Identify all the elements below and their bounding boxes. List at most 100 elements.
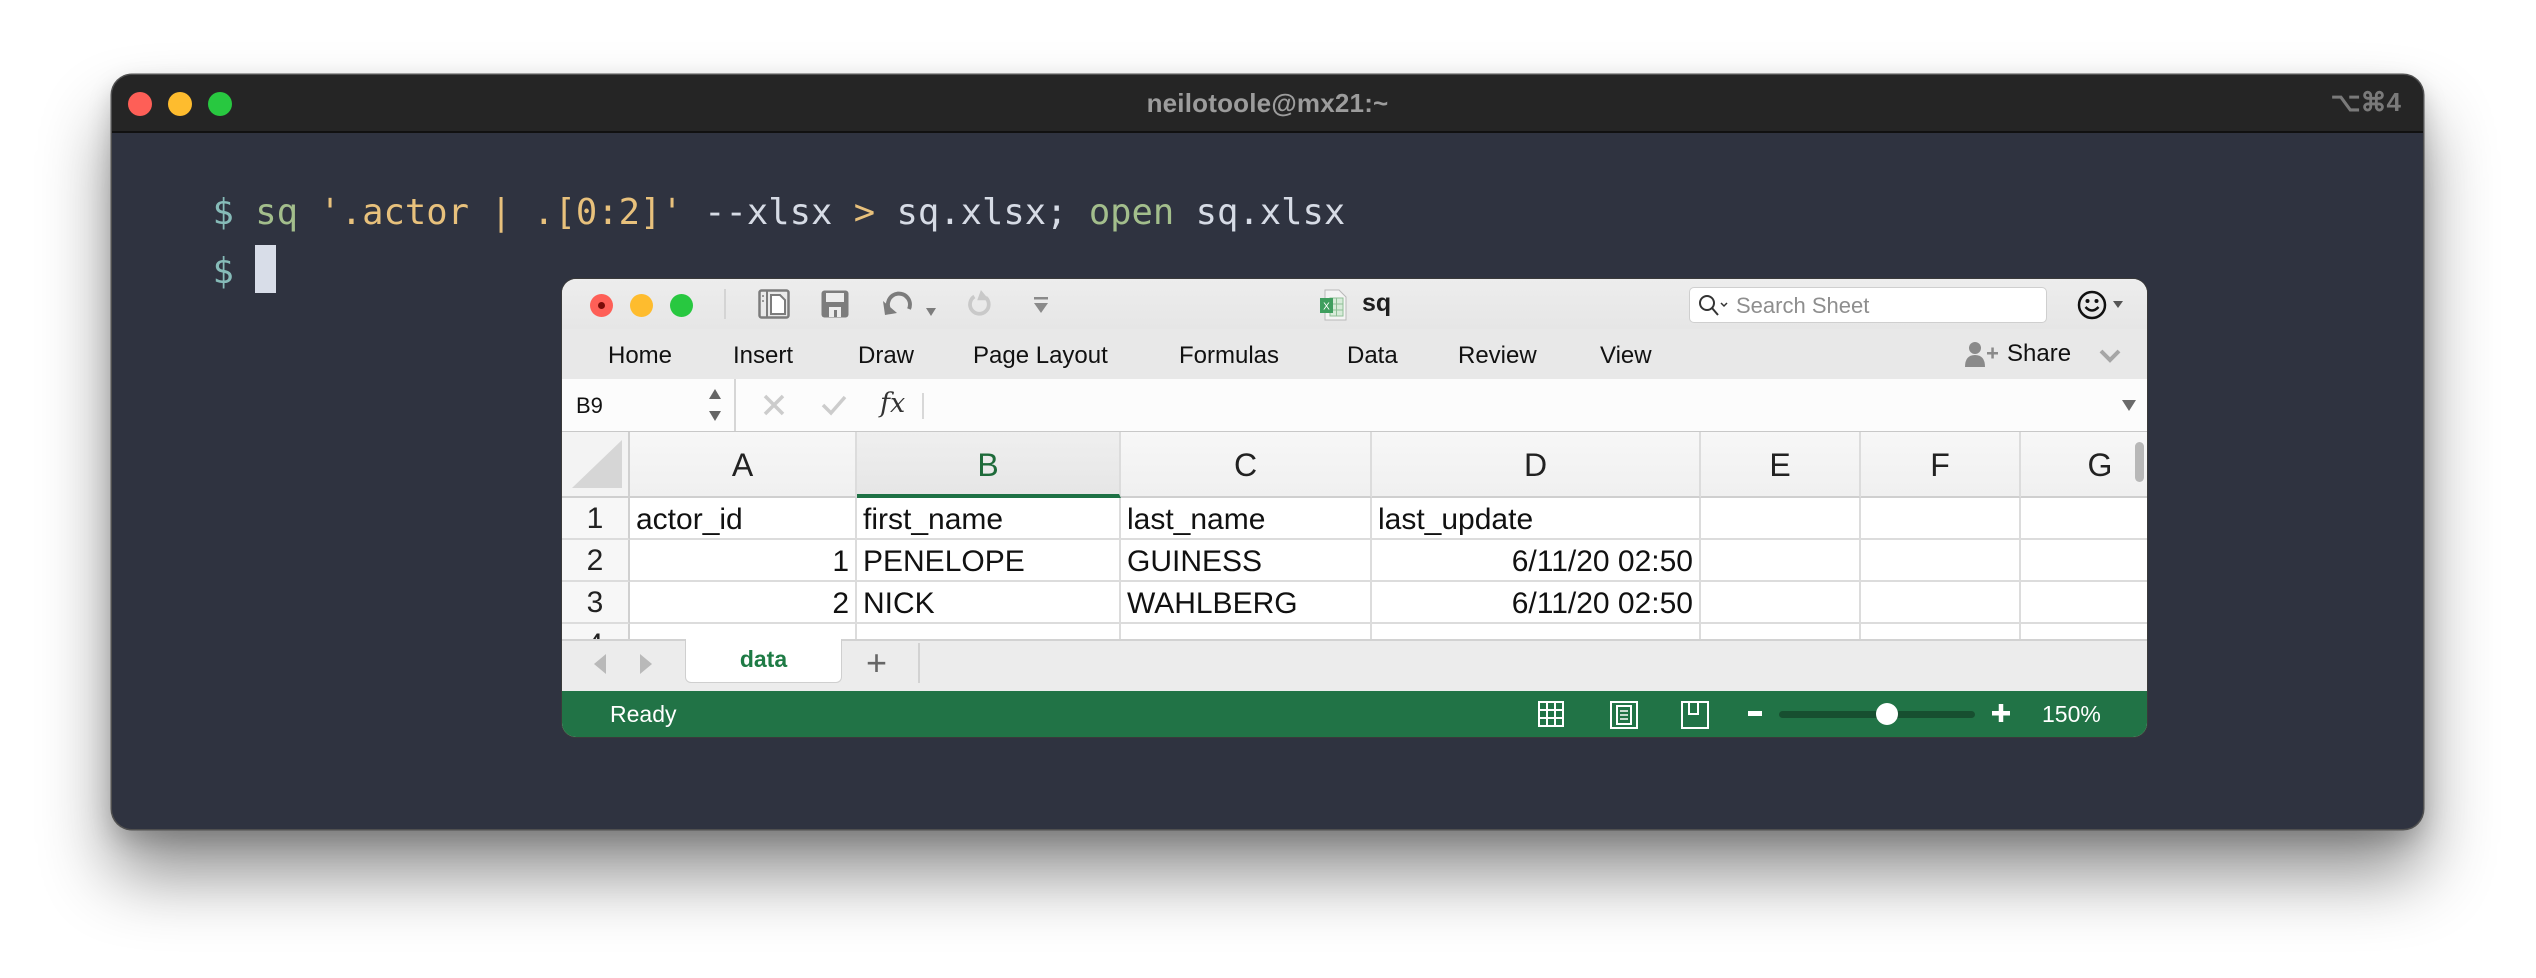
column-header-g[interactable]: G [2021, 432, 2147, 498]
search-input[interactable] [1734, 291, 2038, 321]
open-command: open [1088, 192, 1175, 233]
vertical-scrollbar-thumb[interactable] [2135, 442, 2144, 482]
cell-e3[interactable] [1701, 582, 1861, 624]
close-button[interactable] [590, 294, 613, 317]
tab-formulas[interactable]: Formulas [1179, 342, 1279, 370]
cell-d4[interactable] [1372, 624, 1701, 639]
save-icon[interactable] [820, 289, 850, 319]
formula-bar: B9 fx [562, 379, 2147, 434]
name-box-stepper-icon[interactable] [708, 387, 722, 423]
confirm-entry-icon [821, 395, 847, 416]
cell-e4[interactable] [1701, 624, 1861, 639]
cell-f2[interactable] [1861, 540, 2021, 582]
undo-icon[interactable] [882, 289, 916, 319]
add-sheet-button[interactable]: + [866, 645, 887, 681]
cell-b3[interactable]: NICK [857, 582, 1121, 624]
cell-a2[interactable]: 1 [630, 540, 857, 582]
sheet-tab-data[interactable]: data [685, 639, 842, 683]
ribbon-tabs: Home Insert Draw Page Layout Formulas Da… [562, 329, 2147, 381]
tab-view[interactable]: View [1600, 342, 1652, 370]
cell-f1[interactable] [1861, 498, 2021, 540]
cell-d2[interactable]: 6/11/20 02:50 [1372, 540, 1701, 582]
cell-a4[interactable] [630, 624, 857, 639]
spreadsheet-grid[interactable]: ABCDEFG 1 actor_id first_name last_name last… [562, 432, 2147, 639]
undo-dropdown-icon[interactable] [925, 297, 937, 327]
zoom-button[interactable] [670, 294, 693, 317]
cell-d3[interactable]: 6/11/20 02:50 [1372, 582, 1701, 624]
name-box[interactable]: B9 [562, 379, 736, 431]
cell-c1[interactable]: last_name [1121, 498, 1372, 540]
name-box-value: B9 [576, 393, 603, 418]
terminal-titlebar[interactable]: neilotoole@mx21:~ ⌥⌘4 [112, 75, 2423, 133]
redirect-operator: > [853, 192, 876, 233]
terminal-input-line[interactable]: $ [127, 209, 277, 337]
window-shortcut: ⌥⌘4 [2330, 87, 2401, 117]
column-header-f[interactable]: F [1861, 432, 2021, 498]
collapse-ribbon-chevron-icon[interactable] [2099, 349, 2121, 363]
status-text: Ready [610, 701, 677, 727]
terminal-command-line: $ sq '.actor | .[0:2]' --xlsx > sq.xlsx;… [127, 153, 1346, 273]
column-header-e[interactable]: E [1701, 432, 1861, 498]
cell-e1[interactable] [1701, 498, 1861, 540]
smiley-feedback-icon[interactable] [2077, 290, 2107, 320]
cell-c4[interactable] [1121, 624, 1372, 639]
cell-c3[interactable]: WAHLBERG [1121, 582, 1372, 624]
cell-b2[interactable]: PENELOPE [857, 540, 1121, 582]
row-header-2[interactable]: 2 [562, 540, 630, 582]
normal-view-icon[interactable] [1538, 701, 1564, 727]
tab-page-layout[interactable]: Page Layout [973, 342, 1108, 370]
row-header-1[interactable]: 1 [562, 498, 630, 540]
cell-a3[interactable]: 2 [630, 582, 857, 624]
cell-g3[interactable] [2021, 582, 2147, 624]
customize-toolbar-icon[interactable] [1032, 291, 1050, 321]
output-file: sq.xlsx; [875, 192, 1089, 233]
cell-b4[interactable] [857, 624, 1121, 639]
tab-review[interactable]: Review [1458, 342, 1537, 370]
tab-data[interactable]: Data [1347, 342, 1398, 370]
unsaved-dot-icon [598, 302, 605, 309]
excel-titlebar[interactable]: X sq [562, 279, 2147, 329]
tab-home[interactable]: Home [608, 342, 672, 370]
sheet-tab-bar: data + [562, 639, 2147, 693]
cell-a1[interactable]: actor_id [630, 498, 857, 540]
feedback-dropdown-icon[interactable] [2113, 301, 2123, 309]
search-sheet-box[interactable] [1689, 287, 2047, 323]
cell-e2[interactable] [1701, 540, 1861, 582]
share-label: Share [2007, 340, 2072, 367]
add-person-icon [1965, 342, 1998, 367]
insert-function-fx-icon[interactable]: fx [880, 388, 905, 419]
cell-d1[interactable]: last_update [1372, 498, 1701, 540]
page-break-preview-icon[interactable] [1681, 701, 1709, 729]
zoom-in-icon[interactable] [1992, 704, 2010, 722]
cancel-entry-icon [763, 394, 785, 416]
column-header-c[interactable]: C [1121, 432, 1372, 498]
cell-b1[interactable]: first_name [857, 498, 1121, 540]
zoom-out-icon[interactable] [1748, 711, 1762, 717]
excel-window[interactable]: X sq Home Insert Draw Page Layout Formul… [562, 279, 2147, 737]
cell-f4[interactable] [1861, 624, 2021, 639]
cell-g1[interactable] [2021, 498, 2147, 540]
minimize-button[interactable] [630, 294, 653, 317]
cell-f3[interactable] [1861, 582, 2021, 624]
page-layout-view-icon[interactable] [1610, 701, 1638, 729]
column-header-b[interactable]: B [857, 432, 1121, 498]
tab-insert[interactable]: Insert [733, 342, 793, 370]
column-header-d[interactable]: D [1372, 432, 1701, 498]
cell-c2[interactable]: GUINESS [1121, 540, 1372, 582]
previous-sheet-arrow-icon[interactable] [592, 653, 608, 675]
cell-g4[interactable] [2021, 624, 2147, 639]
zoom-level[interactable]: 150% [2042, 701, 2101, 728]
status-bar: Ready 150% [562, 691, 2147, 737]
cell-g2[interactable] [2021, 540, 2147, 582]
tab-draw[interactable]: Draw [858, 342, 914, 370]
column-header-a[interactable]: A [630, 432, 857, 498]
next-sheet-arrow-icon[interactable] [638, 653, 654, 675]
expand-formula-bar-icon[interactable] [2122, 400, 2136, 411]
formula-input[interactable] [937, 391, 2107, 421]
select-all-corner[interactable] [562, 432, 630, 498]
zoom-slider-thumb[interactable] [1875, 703, 1898, 725]
row-header-4[interactable]: 4 [562, 624, 630, 639]
search-icon[interactable] [1698, 294, 1730, 318]
row-header-3[interactable]: 3 [562, 582, 630, 624]
sidebar-toggle-icon[interactable] [758, 289, 790, 319]
